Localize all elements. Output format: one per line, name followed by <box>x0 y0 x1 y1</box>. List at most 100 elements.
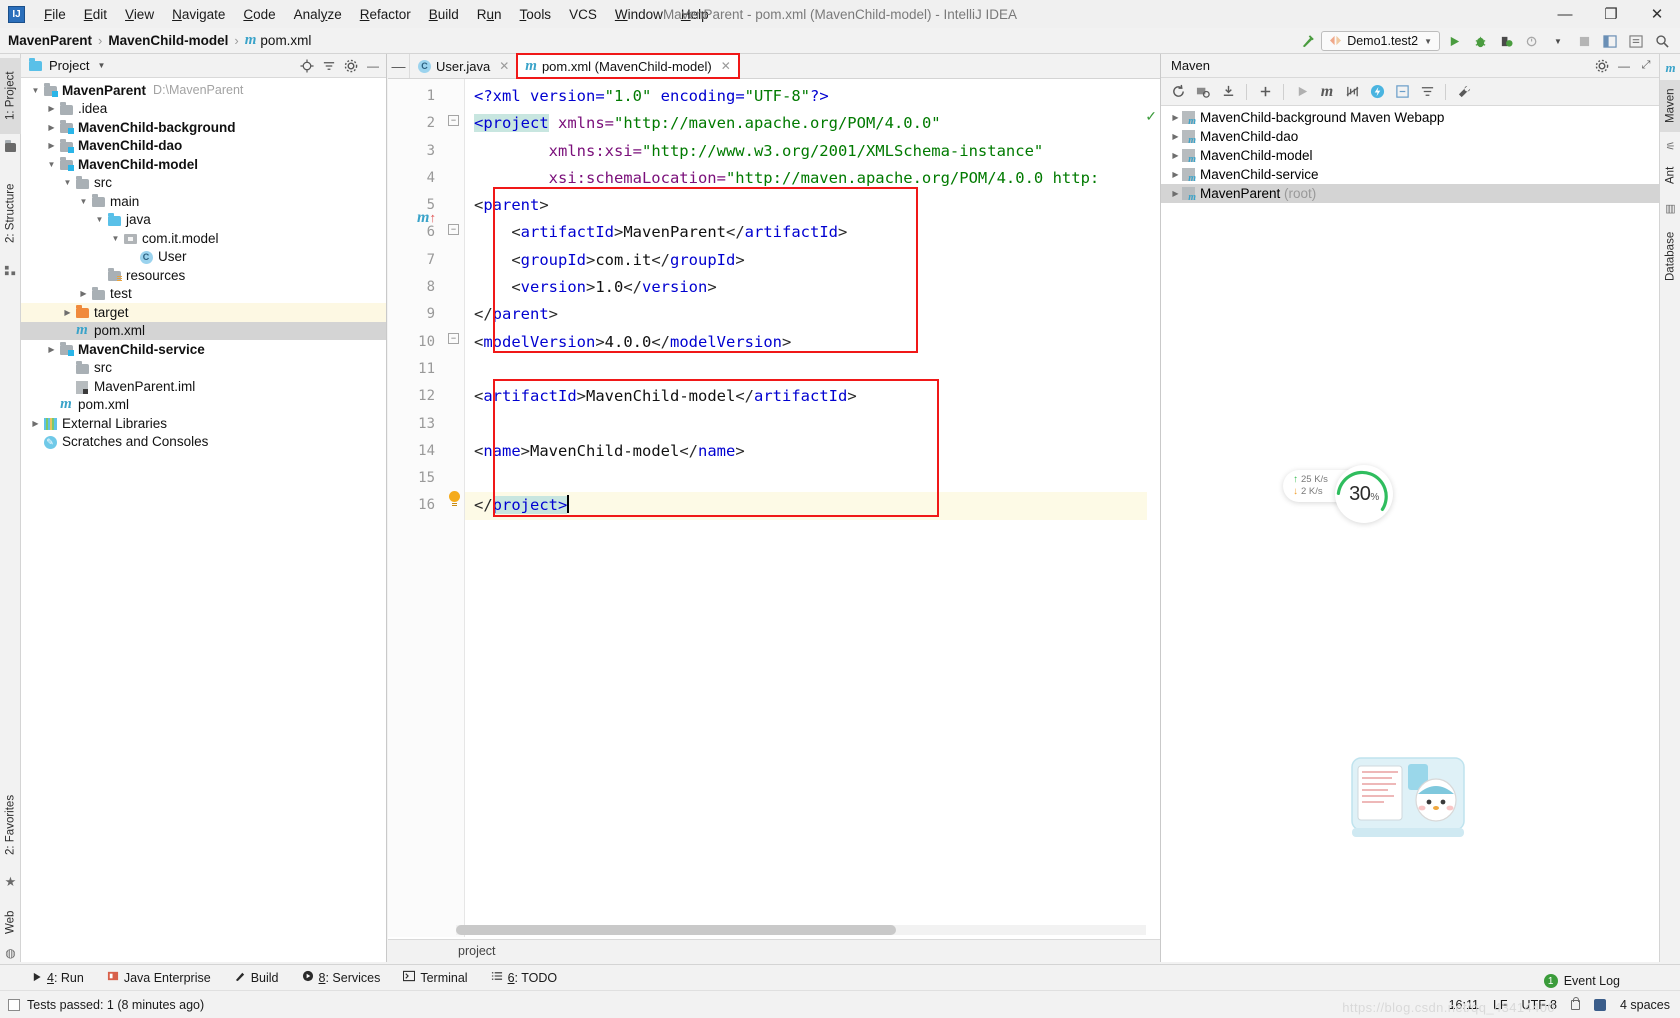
lock-icon[interactable] <box>1570 996 1580 1010</box>
debug-icon[interactable] <box>1468 30 1492 52</box>
code-line-5[interactable]: <parent> <box>474 192 1160 219</box>
close-icon[interactable]: ✕ <box>499 59 509 73</box>
menu-item-view[interactable]: View <box>116 4 163 25</box>
maximize-button[interactable]: ❐ <box>1588 0 1634 28</box>
chevron-down-icon[interactable]: ▼ <box>1546 30 1570 52</box>
menu-item-analyze[interactable]: Analyze <box>285 4 351 25</box>
tree-expander[interactable]: ▼ <box>29 86 42 95</box>
code-line-2[interactable]: <project xmlns="http://maven.apache.org/… <box>474 110 1160 137</box>
tree-expander[interactable]: ▶ <box>61 308 74 317</box>
code-line-9[interactable]: </parent> <box>474 301 1160 328</box>
scrollbar-thumb[interactable] <box>456 925 896 935</box>
menu-item-edit[interactable]: Edit <box>75 4 116 25</box>
indent-setting[interactable]: 4 spaces <box>1620 998 1670 1012</box>
tree-item-scratches-and-consoles[interactable]: ✎ Scratches and Consoles <box>21 433 386 452</box>
tree-item-external-libraries[interactable]: ▶ External Libraries <box>21 414 386 433</box>
minimize-button[interactable]: — <box>1542 0 1588 28</box>
tree-item-mavenchild-model[interactable]: ▼ MavenChild-model <box>21 155 386 174</box>
tree-item-target[interactable]: ▶ target <box>21 303 386 322</box>
code-folding-gutter[interactable]: − − − m↑ <box>417 79 465 937</box>
fold-marker-parent-close[interactable]: − <box>448 333 459 344</box>
tree-item-idea[interactable]: ▶ .idea <box>21 100 386 119</box>
code-content[interactable]: <?xml version="1.0" encoding="UTF-8"?> <p… <box>465 79 1160 937</box>
code-line-1[interactable]: <?xml version="1.0" encoding="UTF-8"?> <box>474 83 1160 110</box>
event-log-button[interactable]: 1 Event Log <box>1543 974 1620 988</box>
sidebar-item-ant[interactable]: Ant <box>1660 158 1680 192</box>
tool-window-java-enterprise[interactable]: Java Enterprise <box>97 968 221 987</box>
hide-icon[interactable]: ⤢ <box>1637 57 1655 75</box>
run-with-coverage-icon[interactable] <box>1494 30 1518 52</box>
breadcrumb-item-file[interactable]: pom.xml <box>260 33 311 48</box>
breadcrumb-item-project[interactable]: MavenParent <box>8 33 92 48</box>
tree-item-pom-xml[interactable]: m pom.xml <box>21 396 386 415</box>
code-line-7[interactable]: <groupId>com.it</groupId> <box>474 247 1160 274</box>
tree-expander[interactable]: ▼ <box>45 160 58 169</box>
tree-item-pom-xml[interactable]: m pom.xml <box>21 321 386 340</box>
tree-expander[interactable]: ▶ <box>1169 113 1182 122</box>
code-line-16[interactable]: </project> <box>465 492 1160 520</box>
collapse-tabs-button[interactable]: — <box>388 54 410 78</box>
breadcrumb-item-module[interactable]: MavenChild-model <box>108 33 228 48</box>
tree-expander[interactable]: ▶ <box>1169 132 1182 141</box>
code-line-13[interactable] <box>474 411 1160 438</box>
menu-item-run[interactable]: Run <box>468 4 511 25</box>
code-line-10[interactable]: <modelVersion>4.0.0</modelVersion> <box>474 329 1160 356</box>
tree-expander[interactable]: ▶ <box>77 289 90 298</box>
editor-tab-pom-xml[interactable]: m pom.xml (MavenChild-model) ✕ <box>516 53 740 79</box>
code-line-11[interactable] <box>474 356 1160 383</box>
run-icon[interactable] <box>1442 30 1466 52</box>
avatar[interactable] <box>1593 998 1606 1011</box>
toggle-skip-tests-icon[interactable] <box>1341 81 1363 103</box>
menu-item-vcs[interactable]: VCS <box>560 4 606 25</box>
generate-sources-icon[interactable] <box>1192 81 1214 103</box>
editor-tab-user-java[interactable]: C User.java ✕ <box>410 54 517 78</box>
close-icon[interactable]: ✕ <box>721 59 731 73</box>
tree-item-src[interactable]: src <box>21 359 386 378</box>
tree-expander[interactable]: ▼ <box>109 234 122 243</box>
chevron-down-icon[interactable]: ▼ <box>97 61 105 70</box>
menu-item-help[interactable]: Help <box>672 4 718 25</box>
fold-marker-parent-open[interactable]: − <box>448 224 459 235</box>
collapse-all-icon[interactable] <box>320 57 338 75</box>
sidebar-item-database[interactable]: Database <box>1660 220 1680 292</box>
maven-tree-item-mavenchild-dao[interactable]: ▶ MavenChild-dao <box>1161 127 1659 146</box>
tree-expander[interactable]: ▶ <box>45 141 58 150</box>
menu-item-window[interactable]: Window <box>606 4 672 25</box>
tool-window-services[interactable]: 8: Services <box>292 968 391 987</box>
tree-expander[interactable]: ▶ <box>29 419 42 428</box>
reimport-icon[interactable] <box>1167 81 1189 103</box>
maven-tree-item-mavenchild-model[interactable]: ▶ MavenChild-model <box>1161 146 1659 165</box>
tree-expander[interactable]: ▶ <box>1169 170 1182 179</box>
sidebar-item-structure[interactable]: 2: Structure <box>0 166 21 260</box>
tool-window-terminal[interactable]: Terminal <box>393 968 477 987</box>
fold-marker-project[interactable]: − <box>448 115 459 126</box>
tree-item-mavenparent-iml[interactable]: MavenParent.iml <box>21 377 386 396</box>
maven-tree-item-mavenchild-service[interactable]: ▶ MavenChild-service <box>1161 165 1659 184</box>
maven-tree-item-mavenparent[interactable]: ▶ MavenParent (root) <box>1161 184 1659 203</box>
code-editor[interactable]: 1 2 3 4 5 6 7 8 9 10 11 12 13 14 15 16 − − − m↑ <?xml v… <box>388 79 1160 937</box>
tool-window-build[interactable]: Build <box>224 968 289 987</box>
tree-expander[interactable]: ▶ <box>45 123 58 132</box>
code-line-15[interactable] <box>474 465 1160 492</box>
code-line-3[interactable]: xmlns:xsi="http://www.w3.org/2001/XMLSch… <box>474 138 1160 165</box>
maven-tree-item-mavenchild-background-maven-webapp[interactable]: ▶ MavenChild-background Maven Webapp <box>1161 108 1659 127</box>
add-icon[interactable] <box>1254 81 1276 103</box>
toggle-offline-icon[interactable] <box>1366 81 1388 103</box>
code-line-14[interactable]: <name>MavenChild-model</name> <box>474 438 1160 465</box>
tree-expander[interactable]: ▶ <box>45 104 58 113</box>
tree-expander[interactable]: ▼ <box>77 197 90 206</box>
tree-expander[interactable]: ▶ <box>1169 189 1182 198</box>
tree-item-mavenchild-dao[interactable]: ▶ MavenChild-dao <box>21 137 386 156</box>
menu-item-refactor[interactable]: Refactor <box>351 4 420 25</box>
file-encoding[interactable]: UTF-8 <box>1522 998 1557 1012</box>
hide-icon[interactable]: — <box>364 57 382 75</box>
menu-item-code[interactable]: Code <box>234 4 284 25</box>
tree-item-com-it-model[interactable]: ▼ com.it.model <box>21 229 386 248</box>
layout-icon[interactable] <box>1598 30 1622 52</box>
execute-goal-icon[interactable]: m <box>1316 81 1338 103</box>
tree-item-main[interactable]: ▼ main <box>21 192 386 211</box>
code-line-4[interactable]: xsi:schemaLocation="http://maven.apache.… <box>474 165 1160 192</box>
gear-icon[interactable] <box>1593 57 1611 75</box>
settings-icon[interactable] <box>1624 30 1648 52</box>
run-icon[interactable] <box>1291 81 1313 103</box>
